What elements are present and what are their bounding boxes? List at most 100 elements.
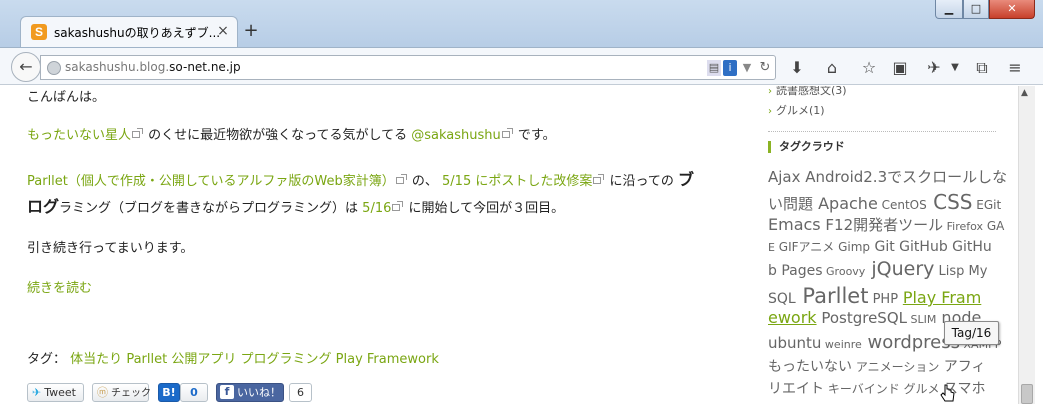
bookmarks-menu-icon[interactable]: ▣ [888,57,912,79]
external-link-icon [593,173,605,184]
tag-cloud-item[interactable]: キーバインド [824,382,900,396]
tag-cloud-item[interactable]: CSS [927,190,972,214]
vertical-scrollbar[interactable]: ▲ [1018,86,1035,404]
tag-link[interactable]: 体当たり [70,352,122,367]
tag-cloud-item[interactable]: Git [870,239,894,255]
scroll-up-arrow-icon[interactable]: ▲ [1021,88,1028,98]
category-item[interactable]: › 読書感想文(3) [768,86,847,98]
tag-cloud-item[interactable]: Gimp [834,240,870,254]
category-item[interactable]: › グルメ(1) [768,102,825,118]
tag-cloud-line: E GIFアニメ Gimp Git GitHub GitHu [768,236,992,255]
tag-cloud-item[interactable]: PostgreSQL [817,309,907,327]
scrollbar-thumb[interactable] [1021,384,1033,404]
tag-cloud-item[interactable]: GitHub [895,239,948,255]
twitter-bird-icon: ✈ [32,386,42,399]
tag-cloud-item[interactable]: EGit [972,198,1001,212]
close-window-button[interactable]: ✕ [989,0,1035,19]
reader-icon[interactable]: ▤ [707,60,721,76]
tag-cloud-line: Emacs F12開発者ツール Firefox GA [768,214,1004,235]
bookmark-star-icon[interactable]: ☆ [857,57,881,79]
tag-cloud-item[interactable]: Ajax [768,168,801,186]
tag-cloud-item[interactable]: Groovy [823,265,865,278]
tab-close-icon[interactable]: × [215,23,231,39]
tag-cloud-item[interactable]: My [964,264,988,279]
post-line-5: 引き続き行ってまいります。 [27,241,194,256]
home-icon[interactable]: ⌂ [820,57,844,79]
divider [768,131,996,132]
screenshot-extension-icon[interactable]: ⧉ [970,57,994,79]
navigation-toolbar: sakashushu.blog.so-net.ne.jp ▤ i ▼ ↻ ← ⬇… [0,47,1043,85]
url-bar[interactable]: sakashushu.blog.so-net.ne.jp ▤ i ▼ ↻ [40,55,776,80]
blog-favicon-icon: S [31,24,47,40]
new-tab-button[interactable]: + [241,21,261,41]
menu-icon[interactable]: ≡ [1003,57,1027,79]
chevron-right-icon: › [768,106,772,117]
facebook-like-button[interactable]: f いいね！ [216,383,284,402]
improvement-plan-link[interactable]: 5/15 にポストした改修案 [442,174,592,189]
tag-cloud-item[interactable]: jQuery [865,258,934,280]
category-label: グルメ(1) [776,104,825,117]
downloads-icon[interactable]: ⬇ [785,57,809,79]
tag-cloud-item[interactable]: Firefox [943,220,983,233]
tag-cloud-item[interactable]: Emacs [768,215,821,234]
date-link[interactable]: 5/16 [362,201,391,216]
mixi-icon: ⓜ [97,386,108,399]
tag-cloud-item[interactable]: weinre [821,338,862,351]
post-line-2: もったいない星人 のくせに最近物欲が強くなってる気がしてる @sakashush… [27,124,556,143]
text-span: です。 [517,128,556,143]
site-identity-icon[interactable] [47,61,61,75]
parllet-link[interactable]: Parllet（個人で作成・公開しているアルファ版のWeb家計簿） [27,174,395,189]
tag-cloud-item[interactable]: CentOS [878,198,927,212]
tag-link[interactable]: Play Framework [336,352,439,367]
dropdown-arrow-icon[interactable]: ▼ [741,60,753,76]
minimize-button[interactable]: ▁ [935,0,963,19]
read-more-link[interactable]: 続きを読む [27,277,92,296]
tag-link[interactable]: 公開アプリ [171,352,236,367]
tag-cloud-item[interactable]: リエイト [768,381,824,397]
tag-cloud-item[interactable]: Apache [813,194,878,213]
page-content: こんばんは。 もったいない星人 のくせに最近物欲が強くなってる気がしてる @sa… [0,86,1043,404]
tag-cloud-item[interactable]: F12開発者ツール [821,216,943,234]
mottainai-link[interactable]: もったいない星人 [27,128,131,143]
tag-cloud-item[interactable]: E [768,241,775,254]
tag-cloud-item[interactable]: ework [768,308,817,327]
tag-cloud-item[interactable]: SLIM [907,313,936,326]
tag-link[interactable]: プログラミング [241,352,332,367]
mixi-check-button[interactable]: ⓜ チェック [92,383,151,402]
tag-cloud-item[interactable]: Parllet [796,284,868,308]
active-tab[interactable]: S sakashushuの取りあえずブ... × [20,16,238,47]
tag-cloud-item[interactable]: GIFアニメ [775,240,835,254]
facebook-icon: f [220,385,234,399]
info-icon[interactable]: i [723,60,737,76]
tag-cloud-item[interactable]: SQL [768,291,796,307]
tweet-button[interactable]: ✈ Tweet [27,383,84,402]
tag-link[interactable]: Parllet [126,352,167,367]
tag-cloud-item[interactable]: Android2.3でスクロールしな [801,168,1007,186]
tag-cloud-item[interactable]: b Pages [768,263,823,279]
hatena-bookmark-button[interactable]: B! [158,383,180,402]
tag-cloud-item[interactable]: い問題 [768,195,813,213]
external-link-icon [395,173,407,184]
extension-icon[interactable]: ✈ [922,57,946,79]
tag-cloud-item[interactable]: Lisp [934,264,965,279]
tag-cloud-item[interactable]: ubuntu [768,334,821,352]
hatena-count: 0 [180,383,208,402]
twitter-handle-link[interactable]: @sakashushu [411,128,501,143]
url-text[interactable]: sakashushu.blog.so-net.ne.jp [65,60,241,74]
tag-cloud-item[interactable]: もったいない [768,359,852,375]
tag-cloud-item[interactable]: PHP [868,292,898,307]
tag-cloud-item[interactable]: GA [983,219,1005,233]
like-label: いいね！ [237,386,281,399]
tag-cloud-item[interactable]: アニメーション [852,360,940,374]
extension-dropdown-icon[interactable]: ▼ [948,57,962,79]
url-domain: so-net.ne.jp [169,60,241,74]
text-span: に沿っての [609,174,674,189]
tag-cloud-item[interactable]: グルメ [900,382,940,396]
maximize-button[interactable]: □ [963,0,989,19]
tag-cloud-item[interactable]: Play Fram [903,288,981,307]
reload-icon[interactable]: ↻ [757,60,773,76]
back-button[interactable]: ← [11,52,41,82]
tag-cloud-item[interactable]: アフィ [939,359,986,375]
tag-cloud-item[interactable]: GitHu [948,239,992,255]
facebook-like-count: 6 [289,383,312,402]
